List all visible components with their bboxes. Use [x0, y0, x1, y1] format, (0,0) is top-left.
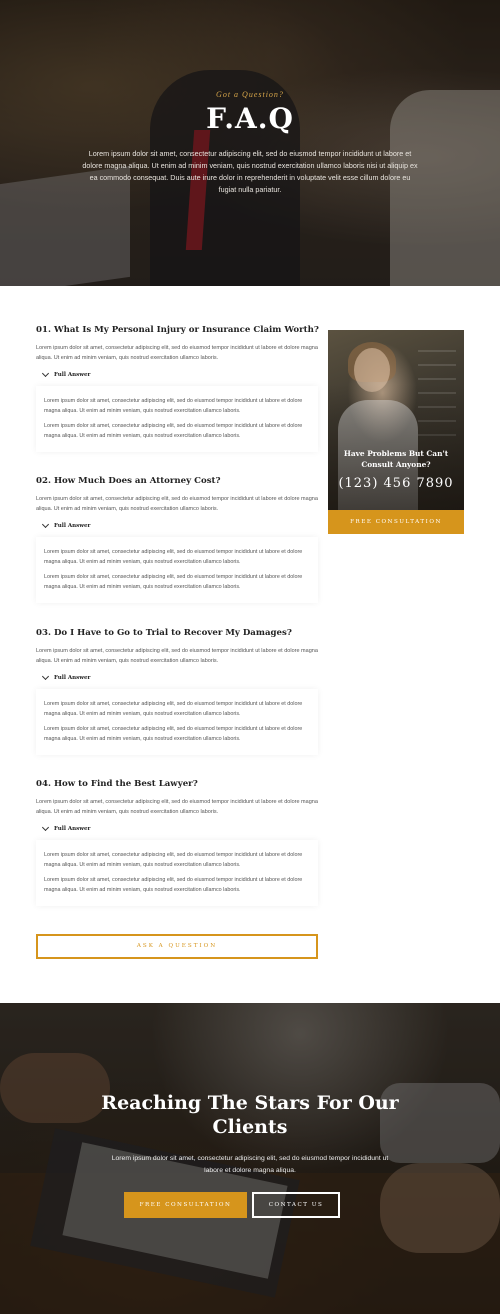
full-answer-label: Full Answer [54, 826, 91, 832]
consultation-heading: Have Problems But Can't Consult Anyone? [343, 449, 449, 469]
faq-lead: Lorem ipsum dolor sit amet, consectetur … [36, 345, 318, 361]
chevron-down-icon [41, 672, 50, 681]
chevron-down-icon [41, 369, 50, 378]
faq-lead: Lorem ipsum dolor sit amet, consectetur … [36, 648, 318, 664]
consultation-card: Have Problems But Can't Consult Anyone? … [328, 330, 464, 510]
chevron-down-icon [41, 520, 50, 529]
faq-answer-paragraph: Lorem ipsum dolor sit amet, consectetur … [44, 852, 303, 868]
faq-answer-paragraph: Lorem ipsum dolor sit amet, consectetur … [44, 701, 303, 717]
phone-number[interactable]: (123) 456 7890 [328, 476, 464, 491]
faq-answer-paragraph: Lorem ipsum dolor sit amet, consectetur … [44, 726, 303, 742]
faq-lead: Lorem ipsum dolor sit amet, consectetur … [36, 799, 318, 815]
faq-answer-paragraph: Lorem ipsum dolor sit amet, consectetur … [44, 423, 303, 439]
faq-question: 01. What Is My Personal Injury or Insura… [36, 325, 319, 335]
faq-answer-paragraph: Lorem ipsum dolor sit amet, consectetur … [44, 549, 303, 565]
faq-item: 04. How to Find the Best Lawyer? Lorem i… [36, 779, 318, 906]
contact-us-button[interactable]: CONTACT US [252, 1192, 340, 1218]
faq-answer-paragraph: Lorem ipsum dolor sit amet, consectetur … [44, 877, 303, 893]
faq-item: 02. How Much Does an Attorney Cost? Lore… [36, 476, 318, 603]
faq-question: 03. Do I Have to Go to Trial to Recover … [36, 628, 292, 638]
hero-description: Lorem ipsum dolor sit amet, consectetur … [82, 149, 418, 194]
full-answer-label: Full Answer [54, 372, 91, 378]
chevron-down-icon [41, 823, 50, 832]
full-answer-toggle[interactable]: Full Answer [41, 672, 318, 681]
bottom-cta-section: Reaching The Stars For Our Clients Lorem… [0, 1003, 500, 1314]
faq-question: 04. How to Find the Best Lawyer? [36, 779, 198, 789]
faq-answer-paragraph: Lorem ipsum dolor sit amet, consectetur … [44, 398, 303, 414]
faq-item: 03. Do I Have to Go to Trial to Recover … [36, 628, 318, 755]
faq-answer-paragraph: Lorem ipsum dolor sit amet, consectetur … [44, 574, 303, 590]
faq-hero: Got a Question? F.A.Q Lorem ipsum dolor … [0, 0, 500, 286]
faq-question: 02. How Much Does an Attorney Cost? [36, 476, 221, 486]
faq-answer: Lorem ipsum dolor sit amet, consectetur … [36, 840, 318, 906]
full-answer-toggle[interactable]: Full Answer [41, 520, 318, 529]
hero-eyebrow: Got a Question? [216, 90, 284, 99]
full-answer-label: Full Answer [54, 675, 91, 681]
free-consultation-button[interactable]: FREE CONSULTATION [328, 510, 464, 534]
faq-answer: Lorem ipsum dolor sit amet, consectetur … [36, 689, 318, 755]
faq-item: 01. What Is My Personal Injury or Insura… [36, 325, 319, 452]
faq-answer: Lorem ipsum dolor sit amet, consectetur … [36, 386, 318, 452]
faq-answer: Lorem ipsum dolor sit amet, consectetur … [36, 537, 318, 603]
free-consultation-button[interactable]: FREE CONSULTATION [124, 1192, 247, 1218]
full-answer-toggle[interactable]: Full Answer [41, 823, 318, 832]
full-answer-label: Full Answer [54, 523, 91, 529]
full-answer-toggle[interactable]: Full Answer [41, 369, 318, 378]
bottom-cta-text: Lorem ipsum dolor sit amet, consectetur … [111, 1155, 389, 1174]
bottom-cta-title: Reaching The Stars For Our Clients [101, 1092, 399, 1138]
ask-question-button[interactable]: ASK A QUESTION [36, 934, 318, 959]
faq-lead: Lorem ipsum dolor sit amet, consectetur … [36, 496, 318, 512]
hero-overlay [0, 0, 500, 286]
page-title: F.A.Q [206, 102, 294, 135]
